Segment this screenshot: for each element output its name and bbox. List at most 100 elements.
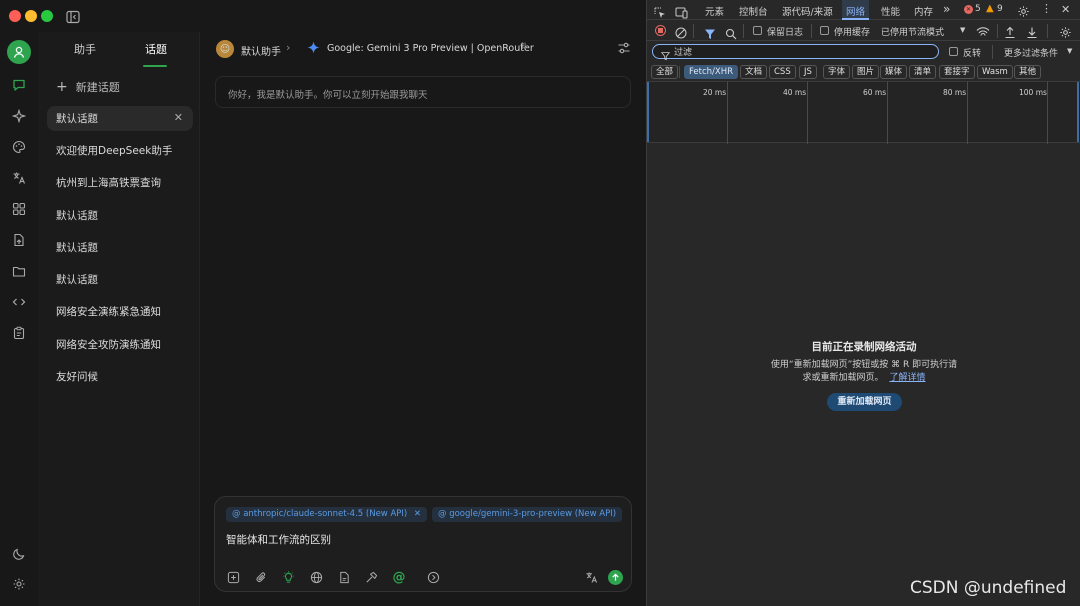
translate-icon[interactable] — [9, 168, 29, 188]
assistant-avatar[interactable]: ☺ — [216, 40, 234, 58]
clear-icon[interactable] — [675, 24, 687, 43]
disable-cache-checkbox[interactable] — [820, 26, 829, 35]
network-settings-icon[interactable] — [1059, 24, 1072, 43]
tab-sources[interactable]: 源代码/来源 — [782, 4, 833, 18]
close-window-button[interactable] — [9, 10, 21, 22]
globe-icon[interactable] — [309, 570, 323, 584]
apps-grid-icon[interactable] — [9, 199, 29, 219]
settings-sliders-icon[interactable] — [617, 41, 631, 58]
document-icon[interactable] — [337, 570, 351, 584]
filter-wasm[interactable]: Wasm — [977, 65, 1013, 79]
chat-icon[interactable] — [9, 75, 29, 95]
invert-checkbox[interactable] — [949, 47, 958, 56]
filter-font[interactable]: 字体 — [823, 65, 851, 79]
minimize-window-button[interactable] — [25, 10, 37, 22]
mention-chip[interactable]: @ google/gemini-3-pro-preview (New API) — [432, 507, 623, 522]
close-icon[interactable]: ✕ — [414, 509, 421, 519]
assistant-name[interactable]: 默认助手 — [241, 43, 281, 58]
warning-count[interactable]: 9 — [997, 4, 1003, 14]
model-selector[interactable]: Google: Gemini 3 Pro Preview | OpenRoute… — [327, 43, 534, 54]
filter-manifest[interactable]: 清单 — [909, 65, 937, 79]
attachment-icon[interactable] — [254, 570, 268, 584]
expand-circle-icon[interactable] — [426, 570, 440, 584]
filter-other[interactable]: 其他 — [1014, 65, 1042, 79]
dropdown-caret-icon[interactable]: ▼ — [960, 26, 965, 34]
topic-item[interactable]: 网络安全攻防演练通知 — [47, 332, 193, 357]
filter-js[interactable]: JS — [799, 65, 817, 79]
filter-media[interactable]: 媒体 — [880, 65, 908, 79]
user-avatar[interactable] — [7, 40, 31, 64]
dropdown-caret-icon[interactable]: ▼ — [1067, 47, 1072, 55]
sparkle-icon[interactable] — [9, 106, 29, 126]
tab-elements[interactable]: 元素 — [705, 4, 724, 18]
timeline-gridline — [887, 82, 888, 144]
filter-img[interactable]: 图片 — [852, 65, 880, 79]
zoom-window-button[interactable] — [41, 10, 53, 22]
close-icon[interactable]: ✕ — [1061, 3, 1070, 16]
clipboard-icon[interactable] — [9, 323, 29, 343]
plus-icon: + — [56, 79, 68, 95]
topic-item[interactable]: 默认话题 — [47, 267, 193, 292]
throttle-select[interactable]: 已停用节流模式 — [881, 25, 944, 38]
tab-performance[interactable]: 性能 — [881, 4, 900, 18]
filter-socket[interactable]: 套接字 — [939, 65, 975, 79]
empty-state-text: 求或重新加载网页。 — [802, 373, 884, 383]
tab-console[interactable]: 控制台 — [739, 4, 768, 18]
settings-icon[interactable] — [9, 574, 29, 594]
import-har-icon[interactable] — [1004, 24, 1016, 43]
new-topic-button[interactable]: + 新建话题 — [56, 79, 120, 95]
gear-icon[interactable] — [1017, 3, 1030, 22]
hammer-icon[interactable] — [364, 570, 378, 584]
filter-doc[interactable]: 文档 — [740, 65, 768, 79]
dark-mode-icon[interactable] — [9, 544, 29, 564]
timeline-overview[interactable]: 20 ms 40 ms 60 ms 80 ms 100 ms — [647, 81, 1080, 144]
tab-assistants[interactable]: 助手 — [74, 41, 96, 57]
tab-network[interactable]: 网络 — [842, 0, 870, 20]
translate-icon[interactable] — [584, 570, 598, 584]
network-conditions-icon[interactable] — [976, 24, 990, 43]
topic-item[interactable]: 默认话题 — [47, 235, 193, 260]
learn-more-link[interactable]: 了解详情 — [889, 373, 925, 383]
error-icon[interactable]: ✕ — [964, 5, 973, 14]
toggle-sidebar-icon[interactable] — [66, 9, 80, 28]
more-filters-button[interactable]: 更多过滤条件 — [1004, 46, 1058, 59]
timeline-handle-left[interactable] — [647, 82, 649, 142]
more-tabs-icon[interactable]: » — [943, 2, 950, 16]
topic-item[interactable]: 默认话题 ✕ — [47, 106, 193, 131]
topic-item[interactable]: 网络安全演练紧急通知 — [47, 299, 193, 324]
reload-page-button[interactable]: 重新加载网页 — [827, 393, 902, 411]
mention-label: @ anthropic/claude-sonnet-4.5 (New API) — [232, 509, 408, 519]
message-input[interactable]: 智能体和工作流的区别 — [226, 532, 331, 547]
filter-input[interactable]: 过滤 — [652, 44, 939, 61]
preserve-log-checkbox[interactable] — [753, 26, 762, 35]
message-composer[interactable]: @ anthropic/claude-sonnet-4.5 (New API) … — [214, 496, 632, 592]
topic-item[interactable]: 默认话题 — [47, 203, 193, 228]
filter-fetch-xhr[interactable]: Fetch/XHR — [684, 65, 739, 79]
mention-chip[interactable]: @ anthropic/claude-sonnet-4.5 (New API) … — [226, 507, 428, 522]
close-icon[interactable]: ✕ — [174, 111, 183, 124]
new-topic-icon[interactable] — [226, 570, 240, 584]
topic-item[interactable]: 杭州到上海高铁票查询 — [47, 170, 193, 195]
topic-item[interactable]: 友好问候 — [47, 364, 193, 389]
code-icon[interactable] — [9, 292, 29, 312]
send-button[interactable] — [608, 570, 623, 585]
divider — [997, 24, 998, 38]
warning-icon[interactable]: ▲ — [986, 3, 994, 14]
filter-css[interactable]: CSS — [769, 65, 796, 79]
filter-all[interactable]: 全部 — [651, 65, 679, 79]
palette-icon[interactable] — [9, 137, 29, 157]
error-count[interactable]: 5 — [975, 4, 981, 14]
tab-memory[interactable]: 内存 — [914, 4, 933, 18]
folder-icon[interactable] — [9, 261, 29, 281]
timeline-handle-right[interactable] — [1077, 82, 1079, 142]
topic-item[interactable]: 欢迎使用DeepSeek助手 — [47, 138, 193, 163]
lightbulb-icon[interactable] — [281, 570, 295, 584]
mention-at-icon[interactable]: @ — [392, 570, 406, 585]
chevron-updown-icon[interactable]: ⇅ — [520, 42, 528, 52]
tab-topics[interactable]: 话题 — [145, 41, 167, 57]
record-stop-icon[interactable] — [655, 25, 666, 36]
file-export-icon[interactable] — [9, 230, 29, 250]
export-har-icon[interactable] — [1026, 24, 1038, 43]
active-tab-indicator — [143, 65, 167, 67]
kebab-menu-icon[interactable]: ⋮ — [1041, 2, 1052, 15]
